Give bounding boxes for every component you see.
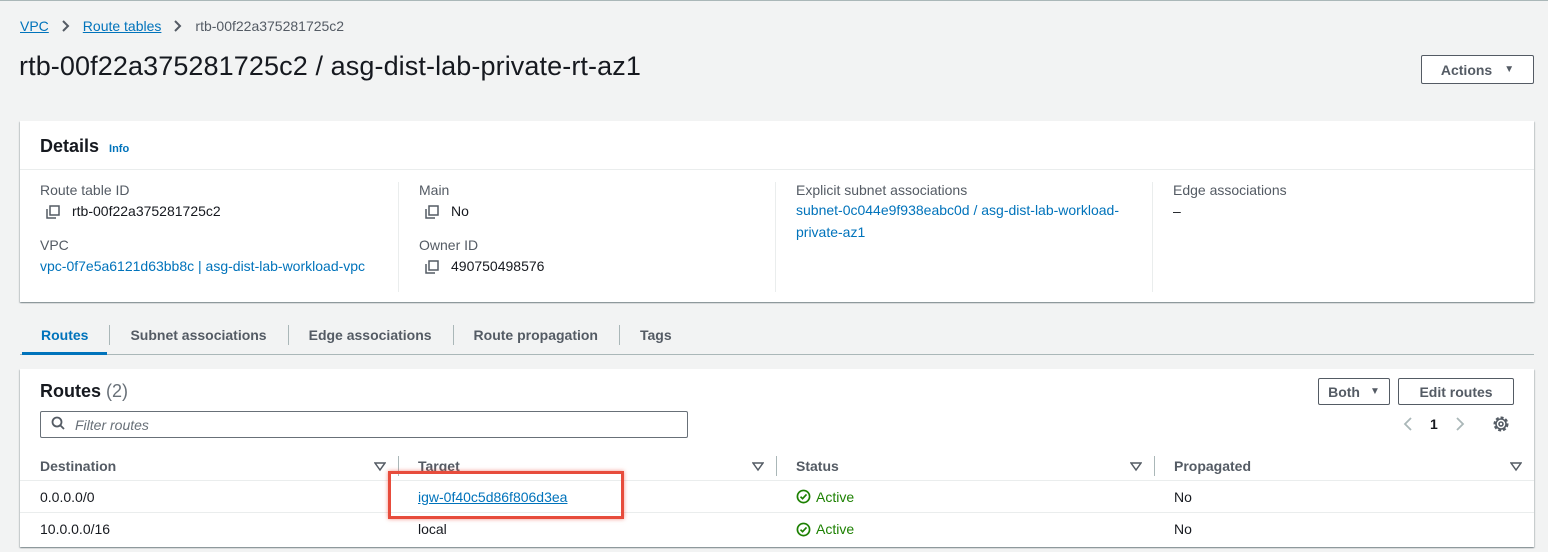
details-col-4: Edge associations –	[1152, 182, 1532, 292]
gear-icon[interactable]	[1491, 414, 1511, 434]
both-dropdown[interactable]: Both ▼	[1318, 378, 1390, 405]
copy-icon[interactable]	[425, 204, 439, 219]
column-label: Propagated	[1174, 457, 1252, 474]
column-status[interactable]: Status	[776, 451, 1154, 480]
explicit-subnet-link[interactable]: subnet-0c044e9f938eabc0d / asg-dist-lab-…	[796, 199, 1119, 243]
column-label: Target	[418, 457, 460, 474]
status-text: Active	[816, 521, 855, 537]
info-link[interactable]: Info	[109, 143, 129, 155]
copy-icon[interactable]	[46, 204, 60, 219]
sort-caret-icon[interactable]	[373, 459, 387, 472]
vpc-value: vpc-0f7e5a6121d63bb8c | asg-dist-lab-wor…	[40, 258, 378, 275]
owner-id-value: 490750498576	[419, 258, 755, 275]
explicit-subnet-line2: private-az1	[796, 224, 866, 240]
sort-caret-icon[interactable]	[751, 459, 765, 472]
caret-down-icon: ▼	[1369, 386, 1380, 397]
vpc-link[interactable]: vpc-0f7e5a6121d63bb8c | asg-dist-lab-wor…	[40, 258, 365, 275]
routes-count: (2)	[106, 381, 129, 401]
column-target[interactable]: Target	[398, 451, 776, 480]
search-icon	[51, 416, 65, 433]
status-badge: Active	[796, 521, 854, 537]
route-table-id-value: rtb-00f22a375281725c2	[40, 203, 378, 220]
status-cell: Active	[776, 513, 1154, 545]
details-header: Details Info	[20, 121, 1534, 170]
page-number[interactable]: 1	[1430, 416, 1438, 432]
explicit-subnet-line1: subnet-0c044e9f938eabc0d / asg-dist-lab-…	[796, 202, 1119, 218]
sort-caret-icon[interactable]	[1129, 459, 1143, 472]
route-table-id-text: rtb-00f22a375281725c2	[72, 203, 221, 219]
chevron-right-icon	[61, 20, 71, 32]
destination-cell: 10.0.0.0/16	[40, 521, 111, 537]
chevron-right-icon	[173, 20, 183, 32]
copy-icon[interactable]	[425, 259, 439, 274]
details-col-1: Route table ID rtb-00f22a375281725c2 VPC…	[20, 182, 398, 292]
column-label: Status	[796, 457, 839, 474]
tab-route-propagation[interactable]: Route propagation	[452, 317, 619, 353]
route-table-id-label: Route table ID	[40, 182, 130, 198]
status-text: Active	[816, 488, 855, 505]
caret-down-icon: ▼	[1504, 64, 1515, 75]
sort-caret-icon[interactable]	[1509, 459, 1523, 472]
edge-associations-label: Edge associations	[1173, 182, 1287, 198]
check-circle-icon	[796, 489, 811, 504]
breadcrumb: VPC Route tables rtb-00f22a375281725c2	[20, 18, 344, 34]
details-col-2: Main No Owner ID 490750498576	[398, 182, 775, 292]
target-igw-link[interactable]: igw-0f40c5d86f806d3ea	[418, 489, 567, 505]
page-title: rtb-00f22a375281725c2 / asg-dist-lab-pri…	[19, 51, 641, 81]
chevron-right-icon[interactable]	[1450, 414, 1470, 434]
table-row: 10.0.0.0/16 local Active No	[20, 513, 1534, 545]
details-title: Details	[40, 136, 100, 156]
status-cell: Active	[776, 481, 1154, 512]
pagination: 1	[1398, 414, 1470, 434]
routes-title-text: Routes	[40, 381, 102, 401]
both-label: Both	[1328, 383, 1360, 400]
breadcrumb-vpc-link[interactable]: VPC	[20, 18, 49, 34]
tab-subnet-associations[interactable]: Subnet associations	[109, 317, 287, 353]
explicit-subnet-label: Explicit subnet associations	[796, 182, 968, 198]
vpc-label: VPC	[40, 237, 69, 253]
check-circle-icon	[796, 522, 811, 536]
propagated-cell: No	[1174, 521, 1192, 537]
main-label: Main	[419, 182, 450, 198]
chevron-left-icon[interactable]	[1398, 414, 1418, 434]
tab-edge-associations[interactable]: Edge associations	[287, 317, 453, 353]
edit-routes-label: Edit routes	[1419, 383, 1493, 400]
target-cell: igw-0f40c5d86f806d3ea	[398, 481, 776, 512]
breadcrumb-current: rtb-00f22a375281725c2	[195, 18, 345, 34]
actions-button[interactable]: Actions ▼	[1421, 55, 1534, 84]
breadcrumb-route-tables-link[interactable]: Route tables	[83, 18, 162, 34]
routes-panel: Routes (2) Both ▼ Edit routes 1 De	[20, 369, 1534, 547]
edge-associations-value: –	[1173, 203, 1181, 219]
details-columns: Route table ID rtb-00f22a375281725c2 VPC…	[20, 170, 1534, 292]
tabs: Routes Subnet associations Edge associat…	[20, 317, 1534, 355]
column-propagated[interactable]: Propagated	[1154, 451, 1534, 480]
main-text: No	[451, 203, 469, 219]
tab-routes[interactable]: Routes	[20, 317, 109, 355]
details-panel: Details Info Route table ID rtb-00f22a37…	[20, 121, 1534, 302]
target-cell: local	[418, 521, 447, 537]
tab-tags[interactable]: Tags	[618, 317, 693, 353]
owner-id-label: Owner ID	[419, 237, 479, 253]
status-badge: Active	[796, 489, 854, 505]
routes-table: Destination Target Status Propagated 0.0…	[20, 451, 1534, 545]
details-col-3: Explicit subnet associations subnet-0c04…	[775, 182, 1152, 292]
column-destination[interactable]: Destination	[20, 451, 398, 480]
filter-routes-field[interactable]	[40, 411, 688, 438]
edit-routes-button[interactable]: Edit routes	[1398, 378, 1514, 405]
table-header: Destination Target Status Propagated	[20, 451, 1534, 481]
main-value: No	[419, 203, 755, 220]
propagated-cell: No	[1174, 488, 1192, 505]
column-label: Destination	[40, 457, 117, 474]
actions-button-label: Actions	[1440, 61, 1493, 78]
explicit-subnet-value: subnet-0c044e9f938eabc0d / asg-dist-lab-…	[796, 199, 1132, 243]
filter-routes-input[interactable]	[75, 416, 635, 433]
destination-cell: 0.0.0.0/0	[40, 488, 95, 505]
routes-title: Routes (2)	[40, 381, 128, 402]
owner-id-text: 490750498576	[451, 258, 545, 274]
table-row: 0.0.0.0/0 igw-0f40c5d86f806d3ea Active N…	[20, 481, 1534, 513]
